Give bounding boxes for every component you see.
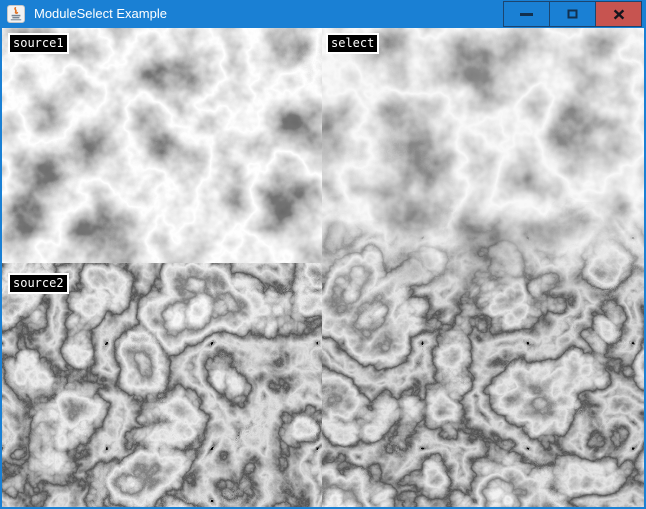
maximize-button[interactable] [549,1,596,27]
close-button[interactable] [595,1,642,27]
source2-label: source2 [8,273,69,294]
minimize-icon [520,13,533,16]
java-coffee-cup-icon[interactable] [7,5,25,23]
minimize-button[interactable] [503,1,550,27]
source2-inset-image [2,263,322,507]
select-label: select [326,33,379,54]
window-controls [503,1,642,27]
window-title: ModuleSelect Example [34,0,167,28]
application-window: ModuleSelect Example [0,0,646,509]
maximize-icon [567,9,578,19]
close-icon [613,9,625,20]
title-bar[interactable]: ModuleSelect Example [0,0,646,28]
source1-inset-image [2,28,322,263]
source1-label: source1 [8,33,69,54]
render-canvas: source1 select source2 [2,28,644,507]
noise-module-view [2,28,644,507]
